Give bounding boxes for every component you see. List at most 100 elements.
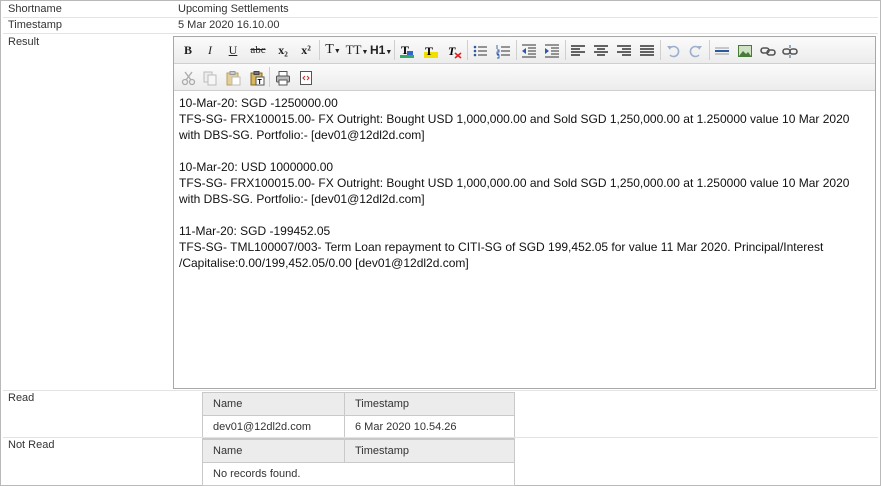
rich-text-editor[interactable]: B I U abc x₂ x² T▼ TT▼ H1▼ T T T T 10-Ma…	[173, 36, 876, 389]
paste-text-icon: T	[250, 71, 265, 86]
settlement-entry: 11-Mar-20: SGD -199452.05 TFS-SG- TML100…	[179, 223, 871, 271]
numbered-list-button[interactable]	[493, 40, 513, 60]
timestamp-value: 5 Mar 2020 16.10.00	[178, 19, 280, 31]
image-icon	[738, 45, 752, 58]
strikethrough-button[interactable]: abc	[247, 40, 269, 60]
table-row: No records found.	[202, 462, 515, 486]
subscript-button[interactable]: x₂	[274, 40, 292, 60]
table-header-row: Name Timestamp	[202, 439, 515, 463]
paste-icon	[226, 71, 241, 86]
not-read-table: Name Timestamp No records found.	[202, 439, 515, 486]
font-size-label: TT	[345, 42, 362, 57]
horizontal-rule-button[interactable]	[712, 40, 732, 60]
cell-timestamp: 6 Mar 2020 10.54.26	[344, 415, 515, 439]
settlement-detail: TFS-SG- FRX100015.00- FX Outright: Bough…	[179, 176, 850, 206]
outdent-button[interactable]	[519, 40, 539, 60]
column-header-timestamp[interactable]: Timestamp	[344, 439, 515, 463]
toolbar-separator	[516, 40, 517, 60]
align-left-icon	[571, 45, 585, 56]
column-header-name[interactable]: Name	[202, 392, 345, 416]
highlight-button[interactable]: T	[421, 40, 441, 60]
settlement-entry: 10-Mar-20: USD 1000000.00 TFS-SG- FRX100…	[179, 159, 871, 207]
insert-link-button[interactable]	[758, 40, 778, 60]
editor-content[interactable]: 10-Mar-20: SGD -1250000.00 TFS-SG- FRX10…	[179, 95, 871, 287]
source-code-button[interactable]	[297, 67, 315, 87]
indent-button[interactable]	[542, 40, 562, 60]
insert-image-button[interactable]	[735, 40, 755, 60]
table-row[interactable]: dev01@12dl2d.com 6 Mar 2020 10.54.26	[202, 415, 515, 439]
toolbar-separator	[660, 40, 661, 60]
divider	[3, 437, 878, 438]
settlement-heading: 10-Mar-20: USD 1000000.00	[179, 160, 334, 174]
chevron-down-icon: ▼	[333, 47, 341, 55]
print-button[interactable]	[273, 67, 293, 87]
undo-button[interactable]	[663, 40, 683, 60]
chevron-down-icon: ▼	[361, 48, 369, 56]
settlement-detail: TFS-SG- FRX100015.00- FX Outright: Bough…	[179, 112, 850, 142]
empty-message: No records found.	[202, 462, 515, 486]
clear-format-icon: T	[448, 44, 462, 59]
unlink-button[interactable]	[780, 40, 800, 60]
superscript-button[interactable]: x²	[297, 40, 315, 60]
undo-icon	[667, 45, 680, 58]
redo-icon	[689, 45, 702, 58]
clear-format-button[interactable]: T	[444, 40, 464, 60]
text-color-icon: T	[400, 43, 414, 59]
link-icon	[760, 47, 776, 57]
align-right-icon	[617, 45, 631, 56]
align-center-icon	[594, 45, 608, 56]
unlink-icon	[782, 45, 798, 59]
paste-text-button[interactable]: T	[248, 67, 266, 87]
settlement-heading: 10-Mar-20: SGD -1250000.00	[179, 96, 338, 110]
toolbar-separator	[709, 40, 710, 60]
timestamp-row: Timestamp 5 Mar 2020 16.10.00	[1, 19, 880, 33]
redo-button[interactable]	[686, 40, 706, 60]
copy-button[interactable]	[201, 67, 219, 87]
underline-button[interactable]: U	[225, 40, 241, 60]
justify-icon	[640, 45, 654, 56]
read-table: Name Timestamp dev01@12dl2d.com 6 Mar 20…	[202, 392, 515, 439]
bold-button[interactable]: B	[180, 40, 196, 60]
notification-detail-panel: Shortname Upcoming Settlements Timestamp…	[0, 0, 881, 486]
align-right-button[interactable]	[614, 40, 634, 60]
italic-button[interactable]: I	[202, 40, 218, 60]
bullet-list-button[interactable]	[470, 40, 490, 60]
column-header-name[interactable]: Name	[202, 439, 345, 463]
chevron-down-icon: ▼	[385, 49, 393, 56]
toolbar-separator	[467, 40, 468, 60]
horizontal-rule-icon	[715, 47, 729, 55]
scissors-icon	[181, 71, 196, 86]
source-code-icon	[300, 71, 312, 86]
font-family-dropdown[interactable]: T▼	[323, 40, 343, 60]
svg-text:T: T	[425, 44, 433, 58]
align-center-button[interactable]	[591, 40, 611, 60]
heading-dropdown[interactable]: H1▼	[370, 40, 392, 60]
font-size-dropdown[interactable]: TT▼	[345, 40, 369, 60]
divider	[3, 390, 878, 391]
read-label: Read	[8, 392, 35, 404]
cell-name: dev01@12dl2d.com	[202, 415, 345, 439]
text-color-button[interactable]: T	[397, 40, 417, 60]
font-family-label: T	[325, 42, 334, 57]
paste-button[interactable]	[224, 67, 242, 87]
editor-toolbar-formatting: B I U abc x₂ x² T▼ TT▼ H1▼ T T T	[174, 37, 875, 64]
shortname-label: Shortname	[8, 3, 62, 15]
svg-text:T: T	[258, 79, 263, 86]
toolbar-separator	[565, 40, 566, 60]
toolbar-separator	[394, 40, 395, 60]
indent-icon	[545, 44, 559, 58]
highlight-icon: T	[424, 44, 438, 59]
justify-button[interactable]	[637, 40, 657, 60]
table-header-row: Name Timestamp	[202, 392, 515, 416]
toolbar-separator	[319, 40, 320, 60]
align-left-button[interactable]	[568, 40, 588, 60]
timestamp-label: Timestamp	[8, 19, 62, 31]
divider	[3, 33, 878, 34]
editor-toolbar-clipboard: T	[174, 64, 875, 91]
bullet-list-icon	[473, 45, 487, 57]
numbered-list-icon	[496, 45, 510, 59]
settlement-heading: 11-Mar-20: SGD -199452.05	[179, 224, 331, 238]
toolbar-separator	[269, 67, 270, 87]
cut-button[interactable]	[180, 67, 198, 87]
column-header-timestamp[interactable]: Timestamp	[344, 392, 515, 416]
